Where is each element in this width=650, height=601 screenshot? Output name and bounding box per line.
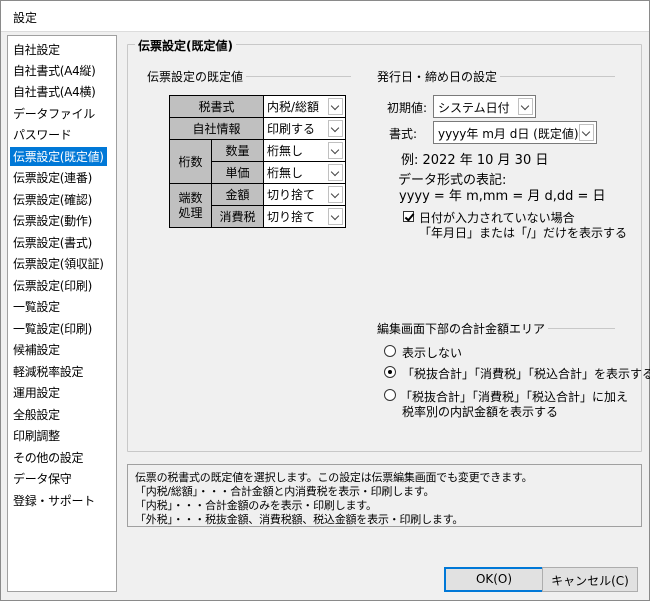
date-format-label: 書式:	[389, 127, 418, 141]
sidebar-item-print-adjust[interactable]: 印刷調整	[10, 426, 63, 445]
tax-format-label: 税書式	[169, 95, 264, 118]
description-panel: 伝票の税書式の既定値を選択します。この設定は伝票編集画面でも変更できます。 「内…	[127, 464, 642, 527]
rounding-label-line2: 処理	[178, 205, 203, 220]
quantity-label: 数量	[211, 139, 264, 162]
defaults-section-label: 伝票設定の既定値	[144, 68, 247, 85]
title-bar: 設定	[1, 1, 649, 32]
sidebar-item-slip-defaults[interactable]: 伝票設定(既定値)	[10, 147, 107, 166]
sidebar-item-slip-print[interactable]: 伝票設定(印刷)	[10, 276, 95, 295]
sidebar-item-company-format-a4-landscape[interactable]: 自社書式(A4横)	[10, 82, 99, 101]
settings-category-list[interactable]: 自社設定 自社書式(A4縦) 自社書式(A4横) データファイル パスワード 伝…	[7, 35, 117, 592]
show-blank-line2: 「年月日」または「/」だけを表示する	[419, 226, 628, 240]
sidebar-item-list-print[interactable]: 一覧設定(印刷)	[10, 319, 95, 338]
date-example: 例: 2022 年 10 月 30 日	[401, 153, 549, 168]
quantity-digits-value: 桁無し	[267, 144, 304, 158]
sidebar-item-other[interactable]: その他の設定	[10, 448, 86, 467]
dates-section-label: 発行日・締め日の設定	[374, 68, 501, 85]
group-title: 伝票設定(既定値)	[135, 37, 236, 54]
company-info-value: 印刷する	[267, 122, 316, 136]
sidebar-item-candidates[interactable]: 候補設定	[10, 340, 63, 359]
chevron-down-icon[interactable]	[518, 98, 533, 115]
sidebar-item-slip-confirm[interactable]: 伝票設定(確認)	[10, 190, 95, 209]
sidebar-item-password[interactable]: パスワード	[10, 125, 75, 144]
totals-section-label: 編集画面下部の合計金額エリア	[374, 320, 549, 337]
notation-body: yyyy = 年 m,mm = 月 d,dd = 日	[399, 189, 606, 204]
chevron-down-icon[interactable]	[328, 142, 343, 159]
unit-price-digits-select[interactable]: 桁無し	[263, 161, 346, 184]
rounding-label: 端数 処理	[169, 183, 212, 228]
cancel-button[interactable]: キャンセル(C)	[542, 567, 638, 592]
defaults-table: 税書式 内税/総額 自社情報 印刷する 桁数 数量 桁無し 単価 桁無し 端数処…	[169, 95, 346, 228]
sidebar-item-slip-receipt[interactable]: 伝票設定(領収証)	[10, 254, 107, 273]
sidebar-item-slip-numbering[interactable]: 伝票設定(連番)	[10, 168, 95, 187]
totals-option-basic-label: 「税抜合計」「消費税」「税込合計」を表示する	[402, 367, 650, 381]
date-format-value: yyyy年 m月 d日 (既定値)	[438, 127, 579, 141]
amount-rounding-value: 切り捨て	[267, 188, 316, 202]
tax-format-select[interactable]: 内税/総額	[263, 95, 346, 118]
sidebar-item-registration-support[interactable]: 登録・サポート	[10, 491, 98, 510]
totals-option-hide-label: 表示しない	[402, 346, 463, 360]
sidebar-item-slip-format[interactable]: 伝票設定(書式)	[10, 233, 95, 252]
window-title: 設定	[13, 11, 38, 25]
sidebar-item-data-file[interactable]: データファイル	[10, 104, 98, 123]
chevron-down-icon[interactable]	[328, 120, 343, 137]
amount-rounding-select[interactable]: 切り捨て	[263, 183, 346, 206]
company-info-label: 自社情報	[169, 117, 264, 140]
rounding-label-line1: 端数	[178, 190, 203, 205]
ok-button[interactable]: OK(O)	[444, 567, 544, 592]
sidebar-item-company-format-a4-portrait[interactable]: 自社書式(A4縦)	[10, 61, 99, 80]
chevron-down-icon[interactable]	[328, 164, 343, 181]
description-line: 「外税」・・・税抜金額、消費税額、税込金額を表示・印刷します。	[135, 513, 464, 526]
sidebar-item-general[interactable]: 全般設定	[10, 405, 63, 424]
initial-value-label: 初期値:	[387, 101, 428, 115]
amount-label: 金額	[211, 183, 264, 206]
settings-window: 設定 自社設定 自社書式(A4縦) 自社書式(A4横) データファイル パスワー…	[0, 0, 650, 601]
tax-format-value: 内税/総額	[267, 100, 320, 114]
sidebar-item-reduced-tax[interactable]: 軽減税率設定	[10, 362, 86, 381]
chevron-down-icon[interactable]	[328, 186, 343, 203]
sidebar-item-list[interactable]: 一覧設定	[10, 297, 63, 316]
totals-option-hide-radio[interactable]	[384, 345, 396, 357]
initial-date-select[interactable]: システム日付	[433, 95, 536, 118]
digits-label: 桁数	[169, 139, 212, 184]
chevron-down-icon[interactable]	[328, 208, 343, 225]
sidebar-item-operation[interactable]: 運用設定	[10, 383, 63, 402]
quantity-digits-select[interactable]: 桁無し	[263, 139, 346, 162]
totals-option-breakdown-line2: 税率別の内訳金額を表示する	[402, 405, 559, 419]
totals-option-breakdown-radio[interactable]	[384, 389, 396, 401]
unit-price-digits-value: 桁無し	[267, 166, 304, 180]
tax-rounding-value: 切り捨て	[267, 210, 316, 224]
consumption-tax-label: 消費税	[211, 205, 264, 228]
unit-price-label: 単価	[211, 161, 264, 184]
sidebar-item-slip-behavior[interactable]: 伝票設定(動作)	[10, 211, 95, 230]
initial-date-value: システム日付	[438, 101, 510, 115]
show-blank-date-checkbox[interactable]	[403, 211, 414, 222]
chevron-down-icon[interactable]	[328, 98, 343, 115]
sidebar-item-data-maintenance[interactable]: データ保守	[10, 469, 75, 488]
company-info-select[interactable]: 印刷する	[263, 117, 346, 140]
totals-option-basic-radio[interactable]	[384, 366, 396, 378]
date-format-select[interactable]: yyyy年 m月 d日 (既定値)	[433, 121, 597, 144]
chevron-down-icon[interactable]	[579, 124, 594, 141]
sidebar-item-company[interactable]: 自社設定	[10, 40, 63, 59]
tax-rounding-select[interactable]: 切り捨て	[263, 205, 346, 228]
